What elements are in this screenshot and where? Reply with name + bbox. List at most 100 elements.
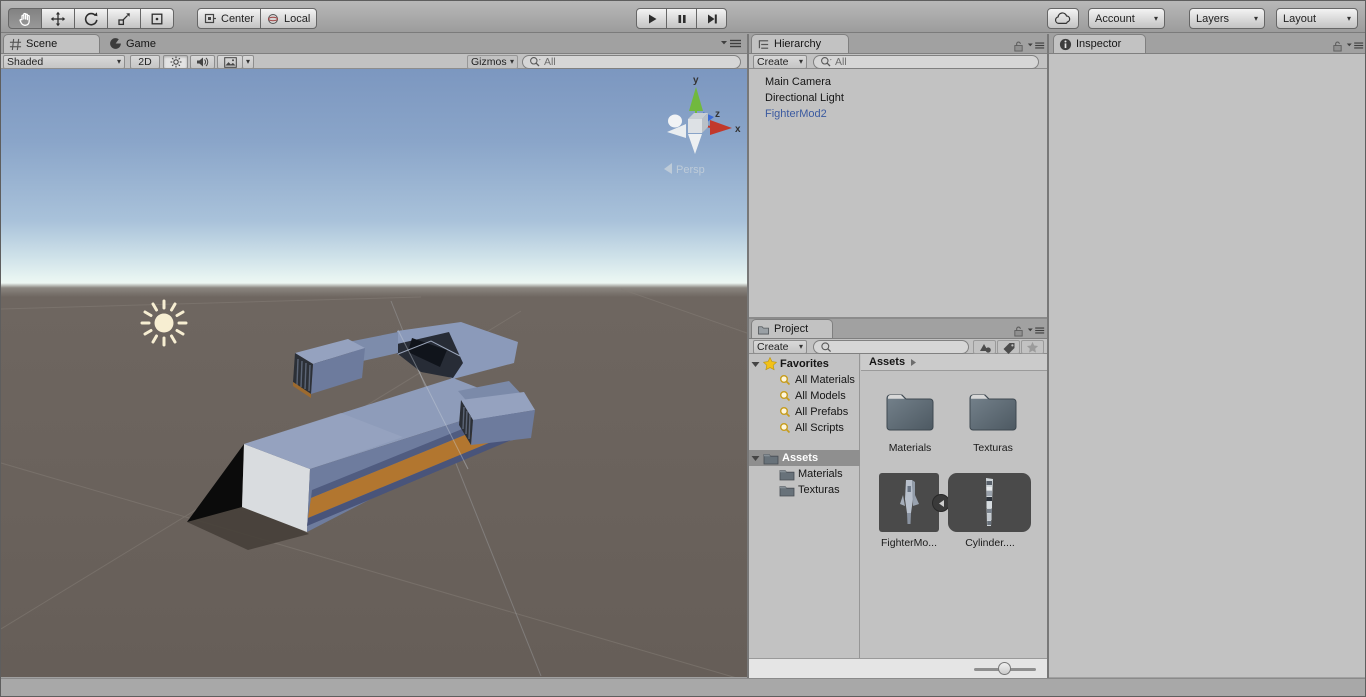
tree-item-materials[interactable]: Materials [779, 466, 859, 482]
move-icon [50, 11, 66, 26]
fighter-model[interactable] [187, 322, 535, 550]
hierarchy-item-main-camera[interactable]: Main Camera [749, 74, 1047, 90]
hierarchy-create-dropdown[interactable]: Create ▾ [753, 55, 807, 69]
thumbnail-zoom-slider-thumb[interactable] [998, 662, 1011, 675]
label-text: FighterMo... [880, 537, 938, 549]
tab-inspector[interactable]: Inspector [1053, 34, 1146, 53]
chevron-down-icon: ▾ [509, 57, 514, 66]
hand-tool-button[interactable] [8, 8, 42, 29]
tree-item-label: Materials [798, 468, 843, 480]
account-dropdown[interactable]: Account ▾ [1088, 8, 1165, 29]
label-text: Cylinder.... [965, 537, 1015, 549]
info-icon [1059, 38, 1072, 50]
hierarchy-list: Main Camera Directional Light FighterMod… [749, 69, 1047, 318]
layers-dropdown[interactable]: Layers ▾ [1189, 8, 1265, 29]
scene-viewport[interactable]: y x z Persp [1, 69, 747, 677]
asset-tile-fightermod[interactable] [879, 473, 939, 532]
tree-item-texturas[interactable]: Texturas [779, 482, 859, 498]
directional-light-gizmo[interactable] [140, 299, 188, 347]
move-tool-button[interactable] [41, 8, 75, 29]
scene-panel-menu[interactable] [720, 39, 742, 48]
scene-toolbar: Shaded ▾ 2D ▾ Gizmos ▾ All [1, 53, 748, 69]
project-breadcrumb[interactable]: Assets [861, 354, 1047, 371]
divider[interactable] [1047, 34, 1049, 678]
label-text: Materials [888, 442, 932, 454]
rotate-icon [84, 11, 98, 26]
tab-hierarchy[interactable]: Hierarchy [751, 34, 849, 53]
rect-tool-button[interactable] [140, 8, 174, 29]
shading-mode-label: Shaded [7, 56, 44, 68]
inspector-panel-menu[interactable] [1346, 41, 1364, 50]
project-panel-menu[interactable] [1027, 326, 1045, 335]
tree-item-all-prefabs[interactable]: All Prefabs [779, 404, 859, 420]
foldout-arrow-icon[interactable] [751, 360, 760, 369]
project-lock[interactable] [1013, 325, 1024, 337]
pause-button[interactable] [666, 8, 697, 29]
folder-icon [779, 485, 795, 496]
sun-icon [170, 56, 181, 68]
search-by-type-button[interactable] [973, 340, 996, 354]
search-by-label-button[interactable] [997, 340, 1020, 354]
hierarchy-panel-menu[interactable] [1027, 41, 1045, 50]
rotation-local-label: Local [284, 12, 311, 25]
shading-mode-dropdown[interactable]: Shaded ▾ [3, 55, 125, 69]
scale-tool-button[interactable] [107, 8, 141, 29]
scene-effects-dropdown[interactable]: ▾ [242, 55, 254, 69]
chevron-down-icon: ▾ [798, 57, 803, 66]
chevron-down-icon: ▾ [116, 57, 121, 66]
project-search-input[interactable] [813, 340, 969, 354]
tree-item-label: Texturas [798, 484, 840, 496]
scene-lighting-toggle[interactable] [163, 55, 188, 69]
grid-asset-label[interactable]: FighterMo... [869, 537, 949, 549]
toggle-2d-label: 2D [138, 56, 152, 68]
fightermod-thumbnail [900, 480, 919, 524]
tab-project[interactable]: Project [751, 319, 833, 338]
scene-search-filter: All [544, 56, 556, 68]
project-create-dropdown[interactable]: Create ▾ [753, 340, 807, 354]
chevron-down-icon: ▾ [246, 57, 251, 66]
tree-item-all-materials[interactable]: All Materials [779, 372, 859, 388]
grid-asset-label[interactable]: Cylinder.... [950, 537, 1030, 549]
play-button[interactable] [636, 8, 667, 29]
grid-folder-label[interactable]: Texturas [954, 442, 1032, 454]
rotate-tool-button[interactable] [74, 8, 108, 29]
tree-item-assets[interactable]: Assets [749, 450, 860, 466]
tab-scene[interactable]: Scene [3, 34, 100, 53]
tab-game[interactable]: Game [104, 34, 180, 53]
panel-menu-icon [1346, 42, 1364, 49]
hierarchy-item-label: Directional Light [765, 92, 844, 104]
divider[interactable] [747, 34, 749, 678]
asset-tile-cylinder[interactable] [948, 473, 1031, 532]
grid-folder-texturas[interactable] [967, 389, 1019, 433]
projection-toggle[interactable]: Persp [664, 163, 705, 176]
orientation-gizmo[interactable]: y x z [667, 75, 741, 154]
rotation-local-button[interactable]: Local [260, 8, 318, 29]
foldout-arrow-icon[interactable] [751, 454, 760, 463]
inspector-lock[interactable] [1332, 40, 1343, 52]
pivot-center-button[interactable]: Center [197, 8, 262, 29]
cloud-button[interactable] [1047, 8, 1079, 29]
scene-search-input[interactable]: All [522, 55, 741, 69]
tree-item-all-models[interactable]: All Models [779, 388, 859, 404]
step-button[interactable] [696, 8, 727, 29]
tree-item-all-scripts[interactable]: All Scripts [779, 420, 859, 436]
search-icon [821, 342, 832, 353]
scene-effects-toggle[interactable] [217, 55, 243, 69]
grid-folder-materials[interactable] [884, 389, 936, 433]
hierarchy-search-input[interactable]: All [813, 55, 1039, 69]
layout-group: Layout ▾ [1276, 8, 1358, 29]
hierarchy-item-fightermod2[interactable]: FighterMod2 [749, 106, 1047, 122]
favorites-star-button[interactable] [1021, 340, 1044, 354]
tree-item-favorites[interactable]: Favorites [751, 356, 829, 372]
layout-dropdown[interactable]: Layout ▾ [1276, 8, 1358, 29]
hierarchy-item-directional-light[interactable]: Directional Light [749, 90, 1047, 106]
scene-audio-toggle[interactable] [190, 55, 215, 69]
tree-item-label: All Prefabs [795, 406, 849, 418]
grid-folder-label[interactable]: Materials [871, 442, 949, 454]
toggle-2d-button[interactable]: 2D [130, 55, 160, 69]
gizmos-dropdown[interactable]: Gizmos ▾ [467, 55, 518, 69]
search-by-type-icon [979, 343, 991, 353]
hierarchy-lock[interactable] [1013, 40, 1024, 52]
hierarchy-icon [758, 39, 769, 49]
scene-render: y x z Persp [1, 75, 747, 677]
